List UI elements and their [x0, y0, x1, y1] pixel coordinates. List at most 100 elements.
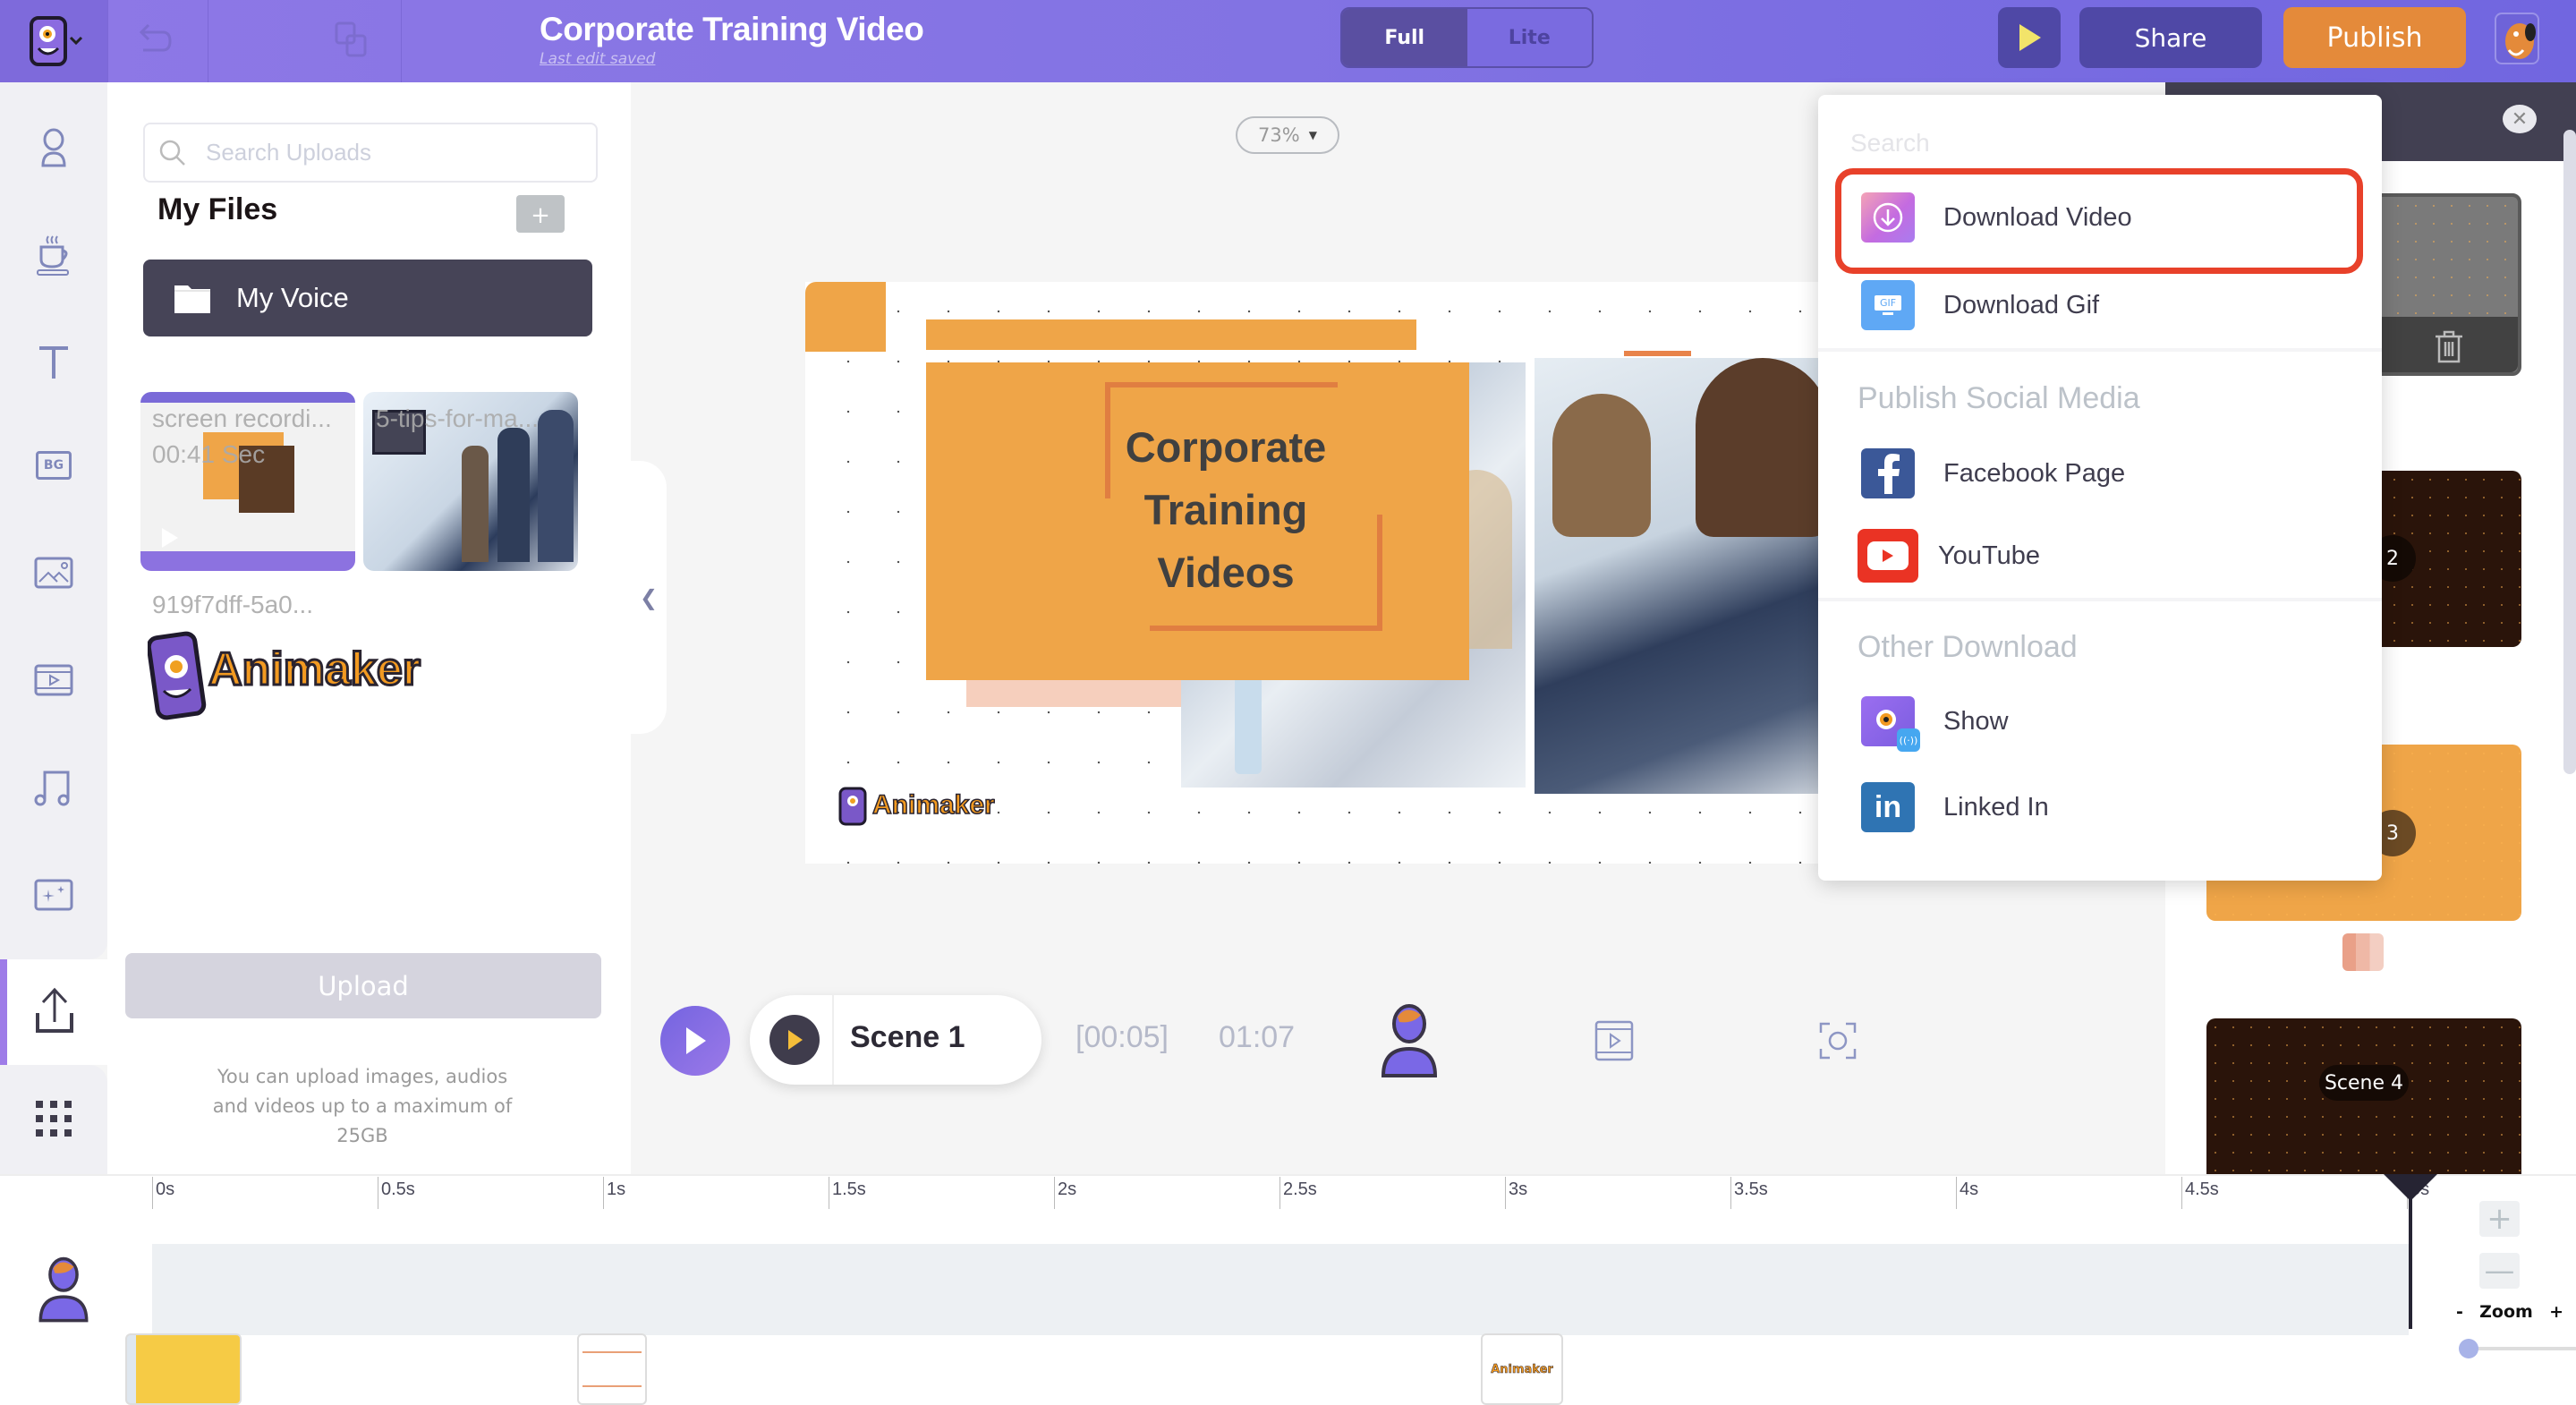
- corner-shape[interactable]: [805, 282, 886, 352]
- timeline-item[interactable]: [577, 1333, 647, 1405]
- folder-icon: [174, 285, 210, 313]
- menu-download-gif[interactable]: GIF Download Gif: [1861, 274, 2362, 336]
- rail-music[interactable]: [27, 761, 81, 814]
- play-icon: [788, 1030, 803, 1050]
- timeline-item-preview: [582, 1351, 642, 1387]
- watermark[interactable]: Animaker: [837, 783, 995, 828]
- effects-icon: [34, 879, 73, 911]
- duplicate-button[interactable]: [333, 20, 378, 64]
- play-icon: [2019, 24, 2041, 51]
- facebook-icon: [1861, 448, 1915, 498]
- timeline-zoom-knob[interactable]: [2459, 1339, 2478, 1358]
- scene-label: Scene 4: [2319, 1065, 2409, 1101]
- my-files-heading: My Files: [157, 192, 278, 226]
- new-folder-button[interactable]: +: [516, 195, 565, 233]
- search-uploads-field[interactable]: [143, 123, 598, 183]
- watermark-text: Animaker: [871, 789, 995, 821]
- play-scene-button[interactable]: [769, 1015, 820, 1065]
- play-all-button[interactable]: [660, 1006, 730, 1076]
- zoom-minus[interactable]: -: [2456, 1302, 2463, 1322]
- timeline-tick-label: 2s: [1058, 1179, 1077, 1199]
- timeline-tick: [152, 1177, 153, 1209]
- total-duration: 01:07: [1219, 1020, 1296, 1054]
- scene-canvas[interactable]: Corporate Training Videos Animaker: [805, 282, 1861, 864]
- timeline-item[interactable]: Animaker: [1481, 1333, 1563, 1405]
- rail-props[interactable]: [27, 228, 81, 282]
- timeline-tick: [1279, 1177, 1280, 1209]
- search-icon: [159, 140, 185, 166]
- rail-videos[interactable]: [27, 653, 81, 707]
- transition-icon[interactable]: [2342, 933, 2384, 971]
- business-photo[interactable]: [1535, 358, 1861, 794]
- active-indicator: [0, 959, 7, 1065]
- divider: [1818, 348, 2382, 352]
- timeline-tick-label: 1.5s: [832, 1179, 866, 1199]
- props-icon: [37, 235, 69, 276]
- character-icon: [1381, 1004, 1438, 1077]
- menu-show[interactable]: ((·)) Show: [1861, 690, 2362, 753]
- preview-play-button[interactable]: [1998, 7, 2061, 68]
- close-panel-button[interactable]: ✕: [2503, 105, 2537, 133]
- photo-bottle: [1235, 676, 1262, 774]
- timeline-tick: [603, 1177, 604, 1209]
- rail-text[interactable]: [27, 336, 81, 389]
- file-name: screen recordi...: [152, 404, 332, 432]
- app-menu-button[interactable]: [0, 0, 107, 82]
- character-track[interactable]: [152, 1244, 2409, 1335]
- youtube-icon: [1858, 529, 1918, 583]
- share-button[interactable]: Share: [2079, 7, 2262, 68]
- play-icon: [686, 1027, 706, 1054]
- playhead[interactable]: [2409, 1181, 2412, 1329]
- timeline-tick-label: 0s: [156, 1179, 175, 1199]
- scene-label: Scene 1: [850, 1020, 965, 1054]
- project-title[interactable]: Corporate Training Video: [540, 11, 924, 48]
- publish-button[interactable]: Publish: [2283, 7, 2466, 68]
- playhead-handle[interactable]: [2384, 1174, 2437, 1201]
- mode-toggle[interactable]: Full Lite: [1340, 7, 1594, 68]
- zoom-plus[interactable]: +: [2549, 1302, 2563, 1322]
- rail-images[interactable]: [27, 546, 81, 600]
- timeline-tick-label: 3.5s: [1734, 1179, 1768, 1199]
- rail-characters[interactable]: [27, 121, 81, 175]
- photo-man-head: [1552, 394, 1651, 537]
- timeline-tick-label: 4s: [1960, 1179, 1979, 1199]
- zoom-out-button[interactable]: —: [2479, 1253, 2520, 1289]
- divider: [1818, 598, 2382, 601]
- scene-player[interactable]: Scene 1: [750, 995, 1041, 1085]
- section-heading: Publish Social Media: [1858, 381, 2140, 415]
- pink-shape[interactable]: [966, 680, 1190, 707]
- camera-focus-button[interactable]: [1819, 1022, 1857, 1060]
- scene-video-button[interactable]: [1594, 1020, 1634, 1061]
- rail-upload[interactable]: [0, 959, 107, 1065]
- zoom-in-button[interactable]: +: [2479, 1201, 2520, 1237]
- thumb-person: [497, 428, 530, 562]
- collapse-panel-button[interactable]: ❮: [631, 461, 667, 734]
- mode-lite-option[interactable]: Lite: [1467, 9, 1592, 66]
- timeline-item[interactable]: [125, 1333, 242, 1405]
- menu-linkedin[interactable]: in Linked In: [1861, 776, 2362, 839]
- user-avatar[interactable]: [2495, 13, 2539, 64]
- character-button[interactable]: [1378, 1004, 1441, 1079]
- timeline-zoom-slider[interactable]: [2470, 1347, 2576, 1350]
- headline-text[interactable]: Corporate Training Videos: [1074, 416, 1378, 604]
- scenes-scrollbar[interactable]: [2563, 130, 2576, 774]
- focus-icon: [1819, 1022, 1857, 1060]
- gif-icon: GIF: [1861, 280, 1915, 330]
- upload-button[interactable]: Upload: [125, 953, 601, 1018]
- menu-facebook-page[interactable]: Facebook Page: [1861, 442, 2362, 505]
- trash-icon[interactable]: [2434, 329, 2464, 363]
- folder-my-voice[interactable]: My Voice: [143, 260, 592, 336]
- rail-more[interactable]: [0, 1065, 107, 1174]
- undo-button[interactable]: [134, 18, 188, 63]
- canvas-zoom-dropdown[interactable]: 73% ▼: [1236, 116, 1339, 154]
- divider: [832, 995, 834, 1085]
- rail-backgrounds[interactable]: BG: [27, 439, 81, 492]
- menu-youtube[interactable]: YouTube: [1858, 524, 2359, 587]
- rail-effects[interactable]: [27, 868, 81, 922]
- top-bar-shape[interactable]: [926, 319, 1416, 350]
- search-uploads-input[interactable]: [206, 139, 564, 166]
- file-thumbnail[interactable]: Animaker: [146, 617, 422, 729]
- menu-search-placeholder[interactable]: Search: [1850, 129, 1930, 158]
- mode-full-option[interactable]: Full: [1342, 9, 1467, 66]
- timeline-zoom-label: - Zoom +: [2456, 1302, 2563, 1322]
